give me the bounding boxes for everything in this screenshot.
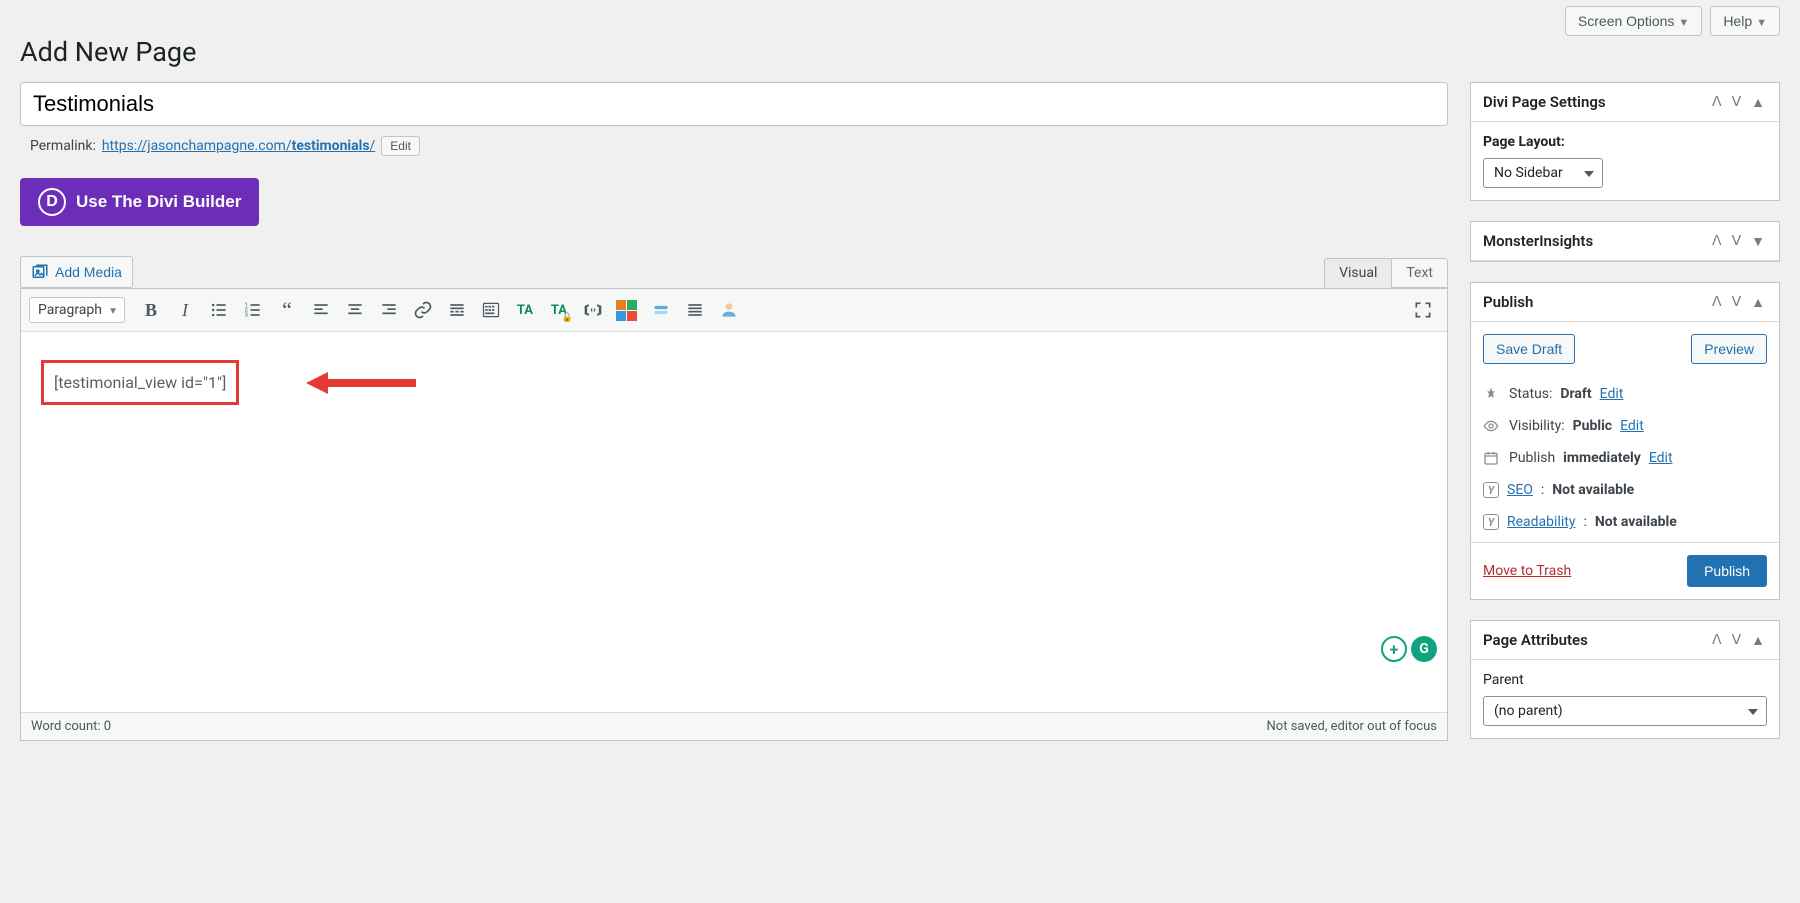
bullet-list-button[interactable]: [203, 295, 235, 325]
ta-button-2[interactable]: TA🔒: [543, 295, 575, 325]
divi-builder-button[interactable]: D Use The Divi Builder: [20, 178, 259, 226]
permalink-link[interactable]: https://jasonchampagne.com/testimonials/: [102, 138, 375, 154]
media-icon: [31, 263, 49, 281]
text-tab[interactable]: Text: [1391, 258, 1448, 288]
page-layout-select[interactable]: No Sidebar: [1483, 158, 1603, 188]
add-media-button[interactable]: Add Media: [20, 256, 133, 288]
parent-label: Parent: [1483, 672, 1767, 688]
word-count: Word count: 0: [31, 719, 111, 734]
divi-settings-box: Divi Page Settings ᐱᐯ ▲ Page Layout: No S…: [1470, 82, 1780, 201]
status-label: Status:: [1509, 386, 1552, 402]
format-select[interactable]: Paragraph: [29, 297, 125, 323]
permalink-label: Permalink:: [30, 138, 96, 154]
color-blocks-button[interactable]: [611, 295, 643, 325]
publish-title: Publish: [1483, 293, 1533, 311]
svg-text:3: 3: [245, 313, 248, 319]
page-layout-label: Page Layout:: [1483, 134, 1767, 150]
ta-button-1[interactable]: TA: [509, 295, 541, 325]
save-draft-button[interactable]: Save Draft: [1483, 334, 1575, 364]
grammarly-add-icon[interactable]: +: [1381, 636, 1407, 662]
quote-button[interactable]: “: [271, 295, 303, 325]
monsterinsights-title: MonsterInsights: [1483, 232, 1593, 250]
box-up-icon[interactable]: ᐱ: [1710, 94, 1724, 111]
parent-select[interactable]: (no parent): [1483, 696, 1767, 726]
insert-more-button[interactable]: [441, 295, 473, 325]
box-toggle-icon[interactable]: ▲: [1749, 94, 1767, 111]
visibility-label: Visibility:: [1509, 418, 1565, 434]
grammarly-icon[interactable]: G: [1411, 636, 1437, 662]
justify-button[interactable]: [679, 295, 711, 325]
editor-toolbar: Paragraph B I 123 “ TA TA🔒: [21, 289, 1447, 332]
box-toggle-icon[interactable]: ▼: [1749, 233, 1767, 250]
publish-date-value: immediately: [1563, 450, 1641, 466]
status-value: Draft: [1560, 386, 1591, 402]
yoast-seo-icon: Y: [1483, 482, 1499, 498]
eye-icon: [1483, 418, 1501, 434]
italic-button[interactable]: I: [169, 295, 201, 325]
box-toggle-icon[interactable]: ▲: [1749, 632, 1767, 649]
move-to-trash-link[interactable]: Move to Trash: [1483, 563, 1571, 579]
box-down-icon[interactable]: ᐯ: [1730, 233, 1744, 250]
page-attributes-box: Page Attributes ᐱᐯ ▲ Parent (no parent): [1470, 620, 1780, 739]
yoast-readability-icon: Y: [1483, 514, 1499, 530]
monsterinsights-box: MonsterInsights ᐱᐯ ▼: [1470, 221, 1780, 262]
align-right-button[interactable]: [373, 295, 405, 325]
readability-value: Not available: [1595, 514, 1677, 530]
page-heading: Add New Page: [20, 36, 1780, 82]
publish-button[interactable]: Publish: [1687, 555, 1767, 587]
visibility-value: Public: [1573, 418, 1612, 434]
post-title-input[interactable]: [20, 82, 1448, 126]
editor-content[interactable]: [testimonial_view id="1"] + G: [21, 332, 1447, 712]
shortcode-button[interactable]: [577, 295, 609, 325]
box-up-icon[interactable]: ᐱ: [1710, 632, 1724, 649]
align-center-button[interactable]: [339, 295, 371, 325]
horizontal-line-button[interactable]: [645, 295, 677, 325]
edit-visibility-link[interactable]: Edit: [1620, 418, 1644, 434]
screen-options-button[interactable]: Screen Options▼: [1565, 6, 1702, 36]
bold-button[interactable]: B: [135, 295, 167, 325]
box-up-icon[interactable]: ᐱ: [1710, 294, 1724, 311]
divi-logo-icon: D: [38, 188, 66, 216]
ordered-list-button[interactable]: 123: [237, 295, 269, 325]
seo-value: Not available: [1552, 482, 1634, 498]
annotation-arrow-icon: [306, 368, 416, 398]
calendar-icon: [1483, 450, 1501, 466]
readability-label[interactable]: Readability: [1507, 514, 1575, 530]
preview-button[interactable]: Preview: [1691, 334, 1767, 364]
publish-date-label: Publish: [1509, 450, 1555, 466]
page-attributes-title: Page Attributes: [1483, 631, 1588, 649]
box-down-icon[interactable]: ᐯ: [1730, 632, 1744, 649]
publish-box: Publish ᐱᐯ ▲ Save Draft Preview Status: D…: [1470, 282, 1780, 600]
edit-slug-button[interactable]: Edit: [381, 136, 420, 156]
editor-container: Paragraph B I 123 “ TA TA🔒: [20, 288, 1448, 741]
box-toggle-icon[interactable]: ▲: [1749, 294, 1767, 311]
link-button[interactable]: [407, 295, 439, 325]
visual-tab[interactable]: Visual: [1324, 258, 1391, 288]
pin-icon: [1483, 386, 1501, 402]
box-down-icon[interactable]: ᐯ: [1730, 94, 1744, 111]
box-up-icon[interactable]: ᐱ: [1710, 233, 1724, 250]
save-status: Not saved, editor out of focus: [1267, 719, 1437, 734]
edit-date-link[interactable]: Edit: [1649, 450, 1673, 466]
align-left-button[interactable]: [305, 295, 337, 325]
help-button[interactable]: Help▼: [1710, 6, 1780, 36]
divi-settings-title: Divi Page Settings: [1483, 93, 1606, 111]
box-down-icon[interactable]: ᐯ: [1730, 294, 1744, 311]
edit-status-link[interactable]: Edit: [1600, 386, 1624, 402]
permalink-row: Permalink: https://jasonchampagne.com/te…: [20, 126, 1448, 156]
seo-label[interactable]: SEO: [1507, 482, 1533, 498]
shortcode-text: [testimonial_view id="1"]: [41, 360, 239, 405]
toolbar-toggle-button[interactable]: [475, 295, 507, 325]
fullscreen-button[interactable]: [1407, 295, 1439, 325]
user-button[interactable]: [713, 295, 745, 325]
